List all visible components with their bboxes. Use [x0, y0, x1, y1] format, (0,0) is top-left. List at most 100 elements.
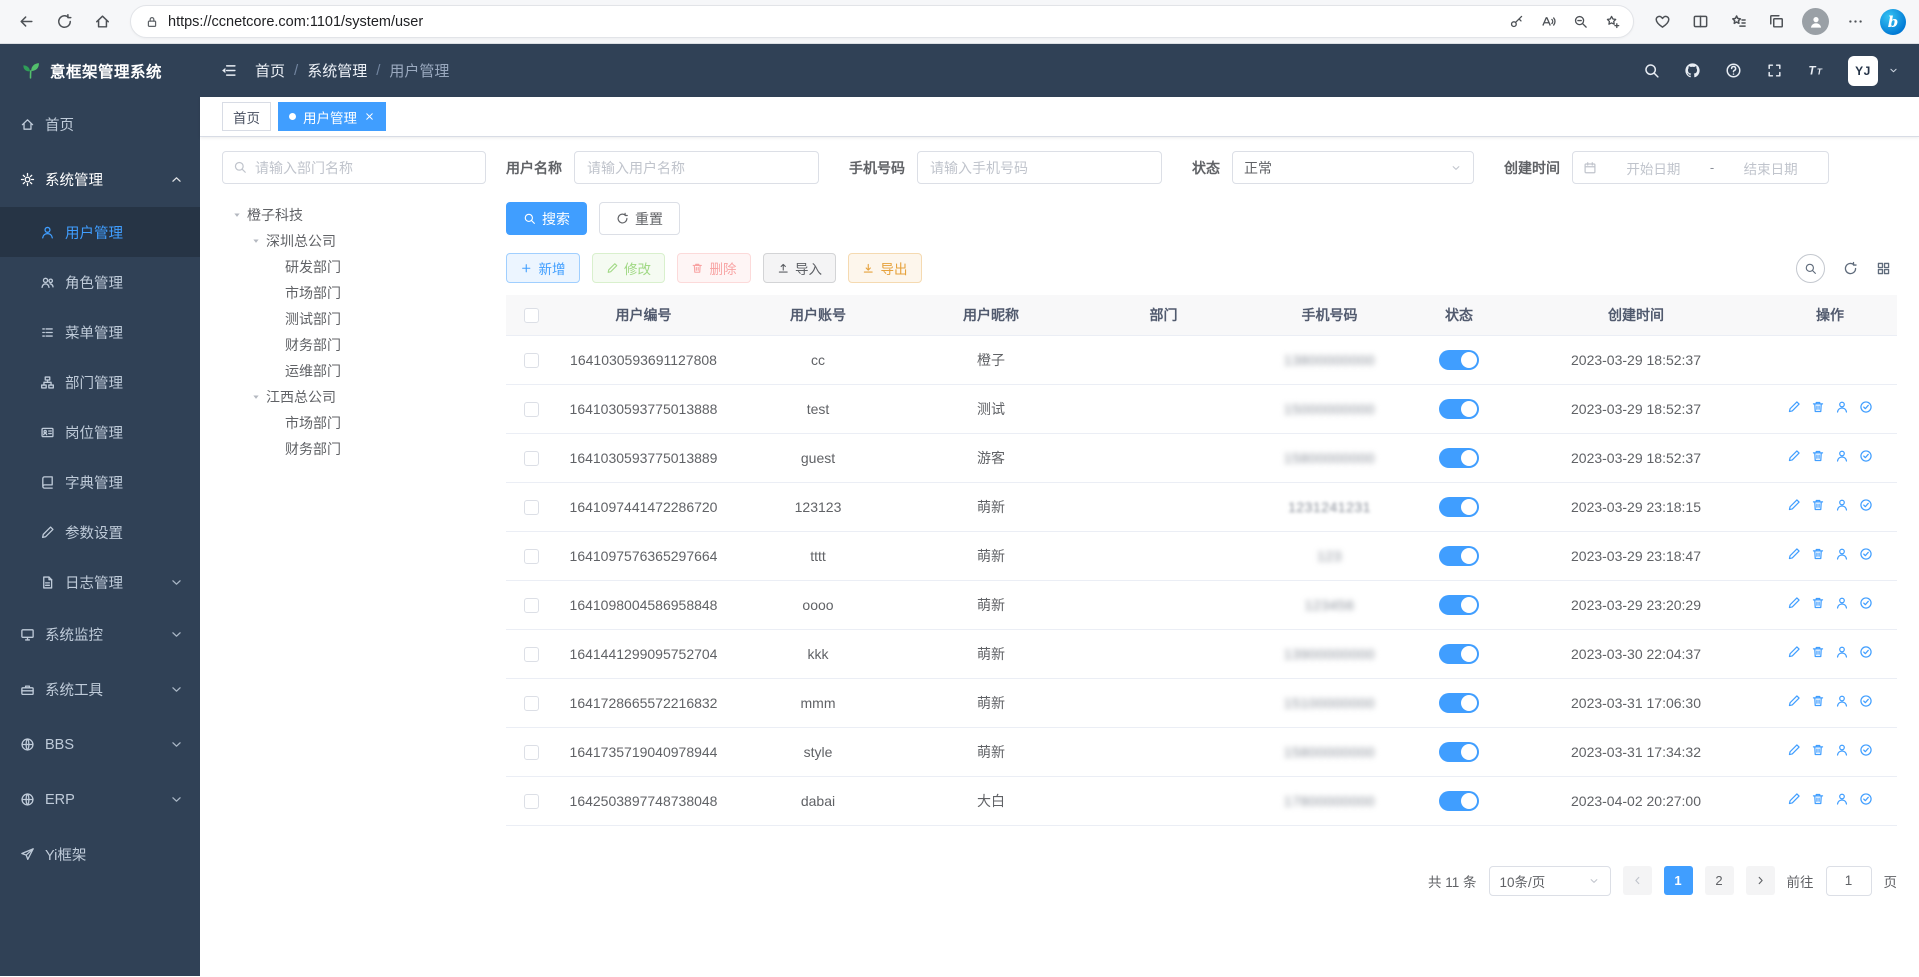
user-icon[interactable]	[1835, 743, 1849, 757]
read-aloud-button[interactable]	[1533, 7, 1563, 37]
row-checkbox[interactable]	[524, 598, 539, 613]
user-avatar[interactable]: YJ	[1848, 56, 1878, 86]
row-checkbox[interactable]	[524, 696, 539, 711]
browser-home-button[interactable]	[84, 4, 120, 40]
sidebar-item-user-management[interactable]: 用户管理	[0, 207, 200, 257]
page-2-button[interactable]: 2	[1705, 866, 1734, 895]
browser-essentials-button[interactable]	[1644, 4, 1680, 40]
split-screen-button[interactable]	[1682, 4, 1718, 40]
edit-icon[interactable]	[1787, 596, 1801, 610]
delete-icon[interactable]	[1811, 449, 1825, 463]
sidebar-item-post-management[interactable]: 岗位管理	[0, 407, 200, 457]
status-toggle[interactable]	[1439, 546, 1479, 566]
user-icon[interactable]	[1835, 645, 1849, 659]
edit-icon[interactable]	[1787, 694, 1801, 708]
address-bar[interactable]: https://ccnetcore.com:1101/system/user	[130, 5, 1634, 38]
docs-button[interactable]	[1725, 62, 1742, 79]
sidebar-item-role-management[interactable]: 角色管理	[0, 257, 200, 307]
browser-menu-button[interactable]	[1837, 4, 1873, 40]
collections-button[interactable]	[1758, 4, 1794, 40]
edit-icon[interactable]	[1787, 645, 1801, 659]
page-size-select[interactable]: 10条/页	[1489, 866, 1611, 896]
check-circle-icon[interactable]	[1859, 449, 1873, 463]
check-circle-icon[interactable]	[1859, 400, 1873, 414]
github-button[interactable]	[1684, 62, 1701, 79]
status-toggle[interactable]	[1439, 644, 1479, 664]
date-range-picker[interactable]: 开始日期 - 结束日期	[1572, 151, 1829, 184]
search-button[interactable]: 搜索	[506, 202, 587, 235]
sidebar-item-dict-management[interactable]: 字典管理	[0, 457, 200, 507]
tree-node[interactable]: 深圳总公司	[222, 228, 486, 254]
username-input[interactable]	[574, 151, 819, 184]
edit-icon[interactable]	[1787, 547, 1801, 561]
column-settings-button[interactable]	[1876, 261, 1891, 276]
sidebar-item-yi-framework[interactable]: Yi框架	[0, 827, 200, 882]
browser-back-button[interactable]	[8, 4, 44, 40]
edit-icon[interactable]	[1787, 743, 1801, 757]
breadcrumb-home[interactable]: 首页	[255, 60, 285, 81]
tree-node[interactable]: 测试部门	[222, 306, 486, 332]
sidebar-item-system-tools[interactable]: 系统工具	[0, 662, 200, 717]
delete-icon[interactable]	[1811, 400, 1825, 414]
caret-down-icon[interactable]	[228, 210, 246, 220]
sidebar-item-erp[interactable]: ERP	[0, 772, 200, 827]
edit-icon[interactable]	[1787, 449, 1801, 463]
fullscreen-button[interactable]	[1766, 62, 1783, 79]
url-text[interactable]: https://ccnetcore.com:1101/system/user	[168, 14, 1501, 30]
avatar-menu-button[interactable]	[1888, 65, 1899, 76]
password-manager-button[interactable]	[1501, 7, 1531, 37]
sidebar-item-bbs[interactable]: BBS	[0, 717, 200, 772]
check-circle-icon[interactable]	[1859, 743, 1873, 757]
tree-node[interactable]: 橙子科技	[222, 202, 486, 228]
status-toggle[interactable]	[1439, 595, 1479, 615]
tree-node[interactable]: 运维部门	[222, 358, 486, 384]
user-icon[interactable]	[1835, 449, 1849, 463]
tab-user-management[interactable]: 用户管理	[278, 102, 386, 131]
delete-icon[interactable]	[1811, 694, 1825, 708]
user-icon[interactable]	[1835, 596, 1849, 610]
sidebar-item-system-management[interactable]: 系统管理	[0, 152, 200, 207]
sidebar-item-dept-management[interactable]: 部门管理	[0, 357, 200, 407]
status-select[interactable]: 正常	[1232, 151, 1474, 184]
caret-down-icon[interactable]	[247, 392, 265, 402]
delete-button[interactable]: 删除	[677, 253, 751, 283]
collapse-sidebar-button[interactable]	[220, 62, 237, 79]
edit-icon[interactable]	[1787, 498, 1801, 512]
user-icon[interactable]	[1835, 694, 1849, 708]
row-checkbox[interactable]	[524, 451, 539, 466]
import-button[interactable]: 导入	[763, 253, 837, 283]
toggle-search-button[interactable]	[1796, 254, 1825, 283]
check-circle-icon[interactable]	[1859, 792, 1873, 806]
export-button[interactable]: 导出	[848, 253, 922, 283]
tree-node[interactable]: 江西总公司	[222, 384, 486, 410]
edit-icon[interactable]	[1787, 792, 1801, 806]
row-checkbox[interactable]	[524, 745, 539, 760]
browser-refresh-button[interactable]	[46, 4, 82, 40]
font-size-button[interactable]: TT	[1807, 62, 1824, 79]
status-toggle[interactable]	[1439, 791, 1479, 811]
next-page-button[interactable]	[1746, 866, 1775, 895]
sidebar-item-menu-management[interactable]: 菜单管理	[0, 307, 200, 357]
edit-icon[interactable]	[1787, 400, 1801, 414]
row-checkbox[interactable]	[524, 647, 539, 662]
check-circle-icon[interactable]	[1859, 694, 1873, 708]
tree-node[interactable]: 财务部门	[222, 436, 486, 462]
delete-icon[interactable]	[1811, 743, 1825, 757]
header-search-button[interactable]	[1643, 62, 1660, 79]
tree-node[interactable]: 市场部门	[222, 410, 486, 436]
delete-icon[interactable]	[1811, 596, 1825, 610]
tree-node[interactable]: 市场部门	[222, 280, 486, 306]
breadcrumb-system[interactable]: 系统管理	[307, 60, 367, 81]
dept-search-input[interactable]	[222, 151, 486, 184]
user-icon[interactable]	[1835, 400, 1849, 414]
delete-icon[interactable]	[1811, 498, 1825, 512]
close-icon[interactable]	[364, 111, 375, 122]
row-checkbox[interactable]	[524, 500, 539, 515]
check-circle-icon[interactable]	[1859, 547, 1873, 561]
browser-profile-avatar[interactable]	[1802, 8, 1829, 35]
reset-button[interactable]: 重置	[599, 202, 680, 235]
check-circle-icon[interactable]	[1859, 596, 1873, 610]
favorites-button[interactable]	[1720, 4, 1756, 40]
delete-icon[interactable]	[1811, 645, 1825, 659]
page-1-button[interactable]: 1	[1664, 866, 1693, 895]
